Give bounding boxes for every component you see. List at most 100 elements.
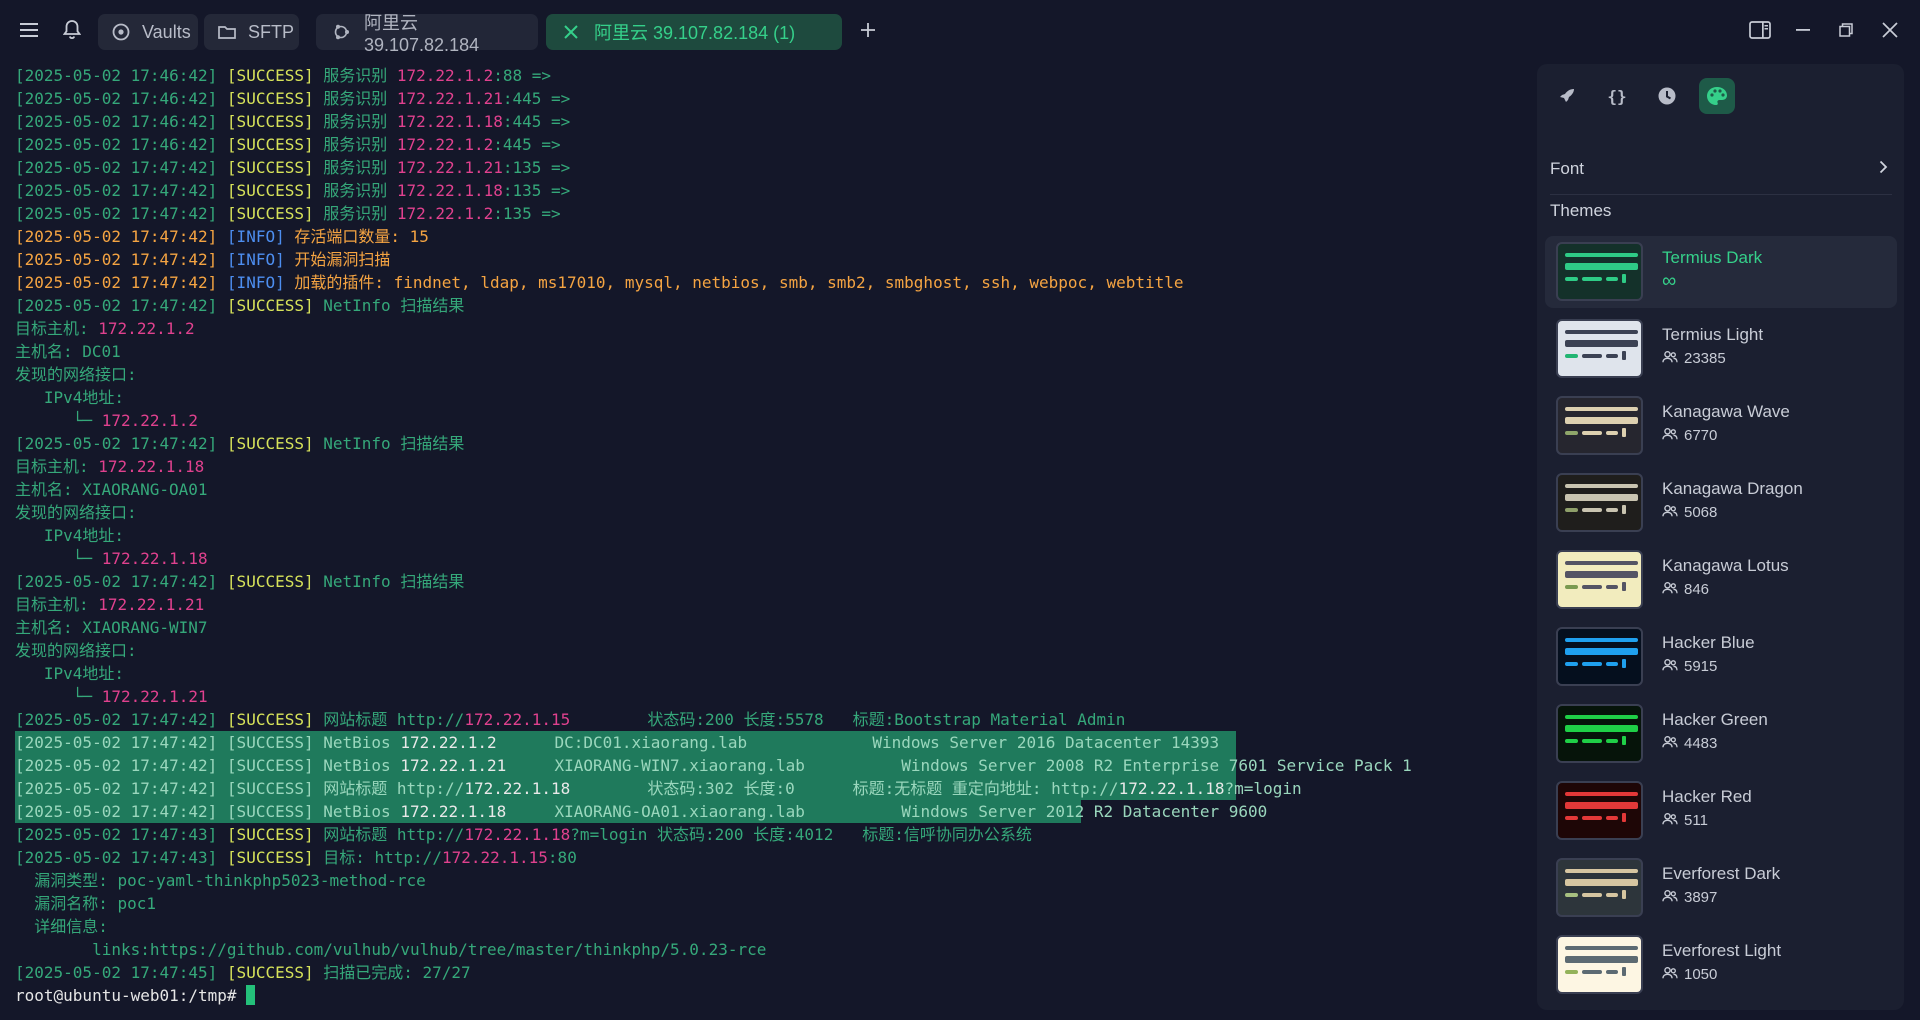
users-icon	[1662, 350, 1684, 367]
terminal-text: [2025-05-02 17:47:42]	[15, 434, 227, 453]
tab-aliyun[interactable]: 阿里云 39.107.82.184	[316, 13, 538, 55]
terminal-line: [2025-05-02 17:46:42] [SUCCESS] 服务识别 172…	[15, 110, 570, 133]
theme-preview	[1556, 627, 1643, 686]
theme-name: Everforest Light	[1662, 941, 1782, 960]
theme-name: Termius Light	[1662, 325, 1764, 344]
terminal-text: [2025-05-02 17:47:42]	[15, 204, 227, 223]
terminal-text: 漏洞类型: poc-yaml-thinkphp5023-method-rce	[15, 871, 426, 890]
sftp-label: SFTP	[248, 21, 295, 42]
vaults-label: Vaults	[142, 21, 191, 42]
close-window-icon[interactable]	[1876, 16, 1904, 44]
terminal-line: └─ 172.22.1.21	[15, 685, 208, 708]
terminal-text: [INFO]	[226, 273, 295, 292]
palette-icon[interactable]	[1699, 78, 1735, 114]
terminal-text: 172.22.1.21	[98, 595, 205, 614]
history-icon[interactable]	[1649, 78, 1685, 114]
terminal-text: [2025-05-02 17:47:42]	[15, 181, 227, 200]
font-setting[interactable]: Font	[1550, 144, 1892, 195]
bell-icon[interactable]	[58, 16, 86, 44]
terminal-line: IPv4地址:	[15, 386, 124, 409]
terminal-line: 主机名: DC01	[15, 340, 121, 363]
theme-item[interactable]: Hacker Green 4483	[1545, 698, 1897, 770]
theme-item[interactable]: Hacker Blue 5915	[1545, 621, 1897, 693]
minimize-icon[interactable]	[1789, 16, 1817, 44]
terminal-line: [2025-05-02 17:47:42] [SUCCESS] 网站标题 htt…	[15, 777, 1302, 800]
terminal-text: root@ubuntu-web01:/tmp#	[15, 986, 247, 1005]
theme-item[interactable]: Everforest Light 1050	[1545, 929, 1897, 1001]
terminal-text: :80	[547, 848, 577, 867]
theme-item[interactable]: Everforest Dark 3897	[1545, 852, 1897, 924]
terminal-line: [2025-05-02 17:47:42] [SUCCESS] 服务识别 172…	[15, 202, 561, 225]
terminal-line: [2025-05-02 17:47:42] [SUCCESS] 服务识别 172…	[15, 179, 570, 202]
terminal-text: NetInfo 扫描结果	[323, 572, 465, 591]
theme-preview	[1556, 858, 1643, 917]
terminal-text: :135 =>	[493, 204, 561, 223]
terminal-text: 172.22.1.18	[396, 112, 503, 131]
theme-users: 511	[1662, 812, 1708, 829]
theme-count: ∞	[1662, 270, 1677, 292]
theme-item[interactable]: Termius Light 23385	[1545, 313, 1897, 385]
terminal-text: [2025-05-02 17:47:43]	[15, 825, 227, 844]
terminal-text: [SUCCESS]	[226, 572, 324, 591]
vaults-button[interactable]: Vaults	[98, 14, 198, 50]
theme-preview	[1556, 396, 1643, 455]
terminal-text: 172.22.1.18	[464, 779, 571, 798]
terminal-text: :445 =>	[502, 89, 571, 108]
terminal-text: [SUCCESS]	[226, 112, 324, 131]
plus-icon[interactable]	[854, 16, 882, 44]
theme-users: 3897	[1662, 889, 1717, 906]
terminal-text: :445 =>	[493, 135, 561, 154]
terminal-text: [2025-05-02 17:47:42] [SUCCESS] 网站标题 htt…	[15, 779, 465, 798]
terminal-line: 目标主机: 172.22.1.21	[15, 593, 204, 616]
terminal-text: 172.22.1.2	[396, 204, 494, 223]
terminal-line: [2025-05-02 17:47:42] [SUCCESS] NetInfo …	[15, 570, 464, 593]
terminal-text: [2025-05-02 17:46:42]	[15, 66, 227, 85]
theme-item[interactable]: Kanagawa Dragon 5068	[1545, 467, 1897, 539]
terminal-line: 漏洞名称: poc1	[15, 892, 156, 915]
theme-item[interactable]: Kanagawa Wave 6770	[1545, 390, 1897, 462]
braces-icon[interactable]: {}	[1599, 78, 1635, 114]
terminal-text: 172.22.1.18	[101, 549, 208, 568]
theme-name: Hacker Blue	[1662, 633, 1755, 652]
terminal-text: 服务识别	[323, 135, 397, 154]
theme-item[interactable]: Kanagawa Lotus 846	[1545, 544, 1897, 616]
close-icon[interactable]	[560, 21, 582, 43]
terminal-line: 详细信息:	[15, 915, 108, 938]
terminal-text: [2025-05-02 17:47:42]	[15, 250, 227, 269]
terminal-text: [INFO]	[226, 250, 295, 269]
terminal-text: 服务识别	[323, 112, 397, 131]
terminal-output[interactable]: [2025-05-02 17:46:42] [SUCCESS] 服务识别 172…	[0, 64, 1516, 1020]
terminal-line: [2025-05-02 17:47:42] [INFO] 存活端口数量: 15	[15, 225, 429, 248]
theme-users: 5915	[1662, 658, 1717, 675]
terminal-text: 网站标题 http://	[323, 825, 465, 844]
sftp-button[interactable]: SFTP	[204, 14, 299, 50]
tab-aliyun-1[interactable]: 阿里云 39.107.82.184 (1)	[546, 14, 842, 50]
terminal-text: [SUCCESS]	[226, 89, 324, 108]
rocket-icon[interactable]	[1549, 78, 1585, 114]
terminal-text: [2025-05-02 17:47:42] [SUCCESS] NetBios	[15, 802, 401, 821]
terminal-cursor	[246, 985, 256, 1005]
terminal-text: 服务识别	[323, 158, 397, 177]
terminal-text: 172.22.1.21	[101, 687, 208, 706]
themes-heading: Themes	[1550, 201, 1612, 220]
theme-item[interactable]: Termius Dark ∞	[1545, 236, 1897, 308]
terminal-text: 172.22.1.2	[396, 66, 494, 85]
terminal-text: IPv4地址:	[15, 388, 125, 407]
hamburger-menu-icon[interactable]	[16, 16, 44, 44]
terminal-line: 目标主机: 172.22.1.2	[15, 317, 195, 340]
sidebar-toggle-icon[interactable]	[1746, 16, 1774, 44]
terminal-text: 172.22.1.2	[400, 733, 497, 752]
theme-name: Kanagawa Dragon	[1662, 479, 1803, 498]
terminal-text: [2025-05-02 17:47:42]	[15, 227, 227, 246]
terminal-text: :135 =>	[502, 181, 571, 200]
terminal-text: 服务识别	[323, 66, 397, 85]
terminal-text: [SUCCESS]	[226, 710, 324, 729]
restore-icon[interactable]	[1832, 16, 1860, 44]
appearance-panel: {} Font Themes Termius Dark ∞ Termius Ligh…	[1537, 64, 1904, 1010]
theme-users: 4483	[1662, 735, 1717, 752]
terminal-text: 网站标题 http://	[323, 710, 465, 729]
theme-name: Kanagawa Wave	[1662, 402, 1790, 421]
terminal-text: 主机名: XIAORANG-OA01	[15, 480, 208, 499]
theme-item[interactable]: Hacker Red 511	[1545, 775, 1897, 847]
theme-users: 1050	[1662, 966, 1717, 983]
